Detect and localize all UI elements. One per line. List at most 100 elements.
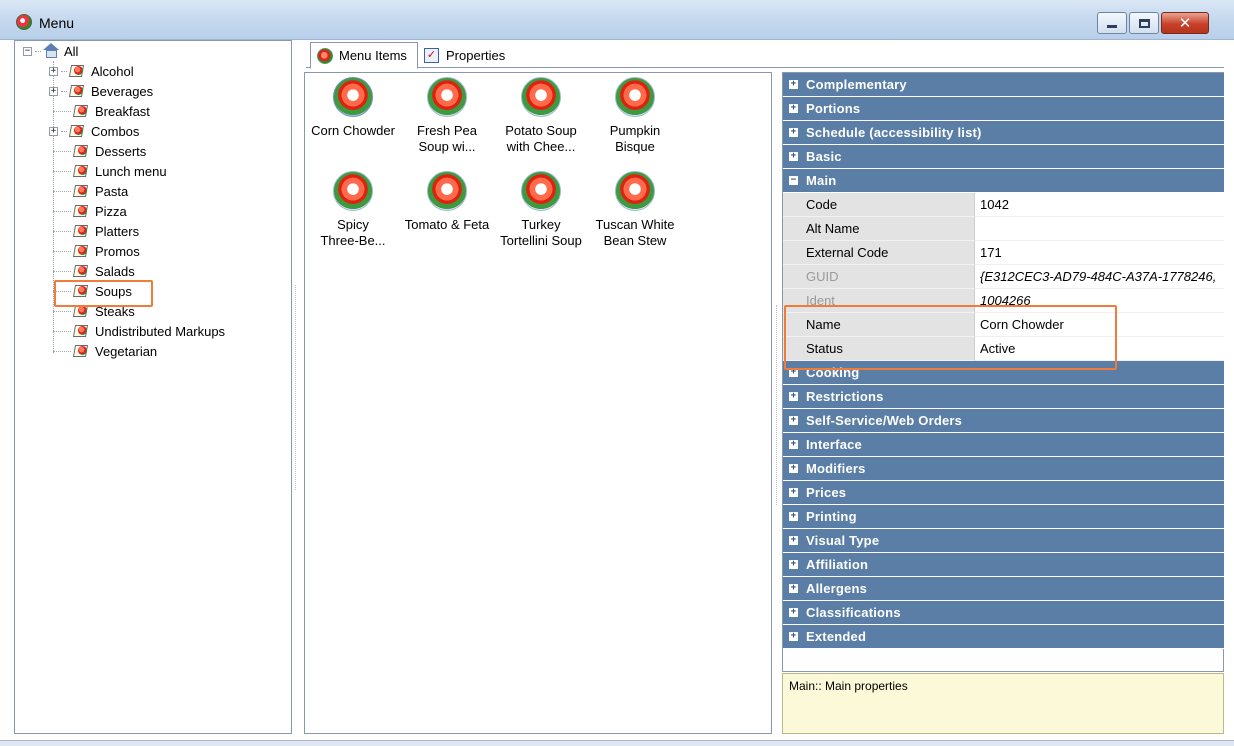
menu-item-label-line1: Tuscan White <box>595 217 675 232</box>
menu-items-grid: Corn Chowder Fresh Pea Soup wi... Potato So… <box>304 72 772 734</box>
property-category[interactable]: + Basic <box>783 145 1224 169</box>
category-expander-icon[interactable]: + <box>789 584 798 593</box>
tree-item-salads[interactable]: Salads <box>49 261 135 281</box>
menu-item-tile[interactable]: Tomato & Feta <box>401 171 493 233</box>
expand-icon[interactable]: + <box>49 86 58 96</box>
expand-icon[interactable]: + <box>49 66 58 76</box>
menu-item-tile[interactable]: Fresh Pea Soup wi... <box>401 77 493 155</box>
tree-item-breakfast[interactable]: Breakfast <box>49 101 150 121</box>
category-expander-icon[interactable]: + <box>789 104 798 113</box>
tab-properties[interactable]: ✓ Properties <box>418 43 518 68</box>
property-category[interactable]: + Allergens <box>783 577 1224 601</box>
category-expander-icon[interactable]: + <box>789 632 798 641</box>
category-label: Complementary <box>806 77 907 92</box>
property-category[interactable]: + Portions <box>783 97 1224 121</box>
property-category[interactable]: + Restrictions <box>783 385 1224 409</box>
category-expander-icon[interactable]: + <box>789 80 798 89</box>
category-label: Portions <box>806 101 861 116</box>
menu-item-tile[interactable]: Spicy Three-Be... <box>307 171 399 249</box>
property-category[interactable]: − Main <box>783 169 1224 193</box>
tree-item-promos[interactable]: Promos <box>49 241 140 261</box>
tree-item-label: Salads <box>95 263 135 279</box>
property-category[interactable]: + Self-Service/Web Orders <box>783 409 1224 433</box>
category-expander-icon[interactable]: + <box>789 152 798 161</box>
tree-connector <box>61 90 67 92</box>
menu-item-label-line2: Tortellini Soup <box>500 233 582 248</box>
minimize-button[interactable] <box>1097 12 1127 34</box>
tree-item-beverages[interactable]: + Beverages <box>49 81 153 101</box>
tree-item-vegetarian[interactable]: Vegetarian <box>49 341 157 361</box>
category-label: Classifications <box>806 605 901 620</box>
menu-item-icon <box>521 171 561 211</box>
menu-item-tile[interactable]: Turkey Tortellini Soup <box>495 171 587 249</box>
tree-item-pizza[interactable]: Pizza <box>49 201 127 221</box>
maximize-button[interactable] <box>1129 12 1159 34</box>
property-value-field[interactable]: 1042 <box>974 193 1224 217</box>
category-expander-icon[interactable]: + <box>789 560 798 569</box>
property-category[interactable]: + Modifiers <box>783 457 1224 481</box>
tree-connector <box>53 270 71 272</box>
close-button[interactable]: ✕ <box>1161 12 1209 34</box>
window-bottom-border <box>0 740 1234 746</box>
category-label: Allergens <box>806 581 868 596</box>
property-value-field[interactable]: 171 <box>974 241 1224 265</box>
property-category[interactable]: + Prices <box>783 481 1224 505</box>
property-category[interactable]: + Extended <box>783 625 1224 649</box>
category-expander-icon[interactable]: + <box>789 392 798 401</box>
property-value-field[interactable] <box>974 217 1224 241</box>
tab-properties-label: Properties <box>446 48 506 63</box>
menu-item-label-line2: Soup wi... <box>418 139 476 154</box>
tree-item-platters[interactable]: Platters <box>49 221 139 241</box>
tree-item-combos[interactable]: + Combos <box>49 121 139 141</box>
tree-item-label: Pizza <box>95 203 127 219</box>
category-expander-icon[interactable]: + <box>789 464 798 473</box>
tree-item-desserts[interactable]: Desserts <box>49 141 146 161</box>
category-icon <box>72 323 90 339</box>
category-label: Prices <box>806 485 847 500</box>
expand-icon[interactable]: + <box>49 126 58 136</box>
category-expander-icon[interactable]: + <box>789 512 798 521</box>
property-category[interactable]: + Schedule (accessibility list) <box>783 121 1224 145</box>
menu-item-tile[interactable]: Potato Soup with Chee... <box>495 77 587 155</box>
tree-item-label: Desserts <box>95 143 147 159</box>
maximize-icon <box>1138 18 1150 28</box>
menu-item-tile[interactable]: Tuscan White Bean Stew <box>589 171 681 249</box>
left-splitter[interactable] <box>295 285 296 490</box>
tree-item-label: Combos <box>91 123 140 139</box>
category-label: Schedule (accessibility list) <box>806 125 982 140</box>
property-category[interactable]: + Visual Type <box>783 529 1224 553</box>
property-category[interactable]: + Affiliation <box>783 553 1224 577</box>
property-category[interactable]: + Interface <box>783 433 1224 457</box>
tree-item-pasta[interactable]: Pasta <box>49 181 128 201</box>
tree-connector <box>61 70 67 72</box>
category-expander-icon[interactable]: + <box>789 608 798 617</box>
category-icon <box>72 143 90 159</box>
category-expander-icon[interactable]: + <box>789 488 798 497</box>
category-expander-icon[interactable]: − <box>789 176 798 185</box>
menu-item-tile[interactable]: Corn Chowder <box>307 77 399 139</box>
category-expander-icon[interactable]: + <box>789 416 798 425</box>
category-icon <box>68 63 86 79</box>
property-category[interactable]: + Complementary <box>783 73 1224 97</box>
menu-item-icon <box>615 171 655 211</box>
tree-item-alcohol[interactable]: + Alcohol <box>49 61 134 81</box>
tree-item-undistributed-markups[interactable]: Undistributed Markups <box>49 321 225 341</box>
tree-item-lunch-menu[interactable]: Lunch menu <box>49 161 167 181</box>
tree-item-label: Beverages <box>91 83 154 99</box>
category-expander-icon[interactable]: + <box>789 128 798 137</box>
tree-connector <box>61 130 67 132</box>
tree-item-label: Alcohol <box>91 63 134 79</box>
property-category[interactable]: + Printing <box>783 505 1224 529</box>
menu-item-tile[interactable]: Pumpkin Bisque <box>589 77 681 155</box>
category-icon <box>68 83 86 99</box>
middle-splitter[interactable] <box>776 305 777 505</box>
category-expander-icon[interactable]: + <box>789 440 798 449</box>
property-category[interactable]: + Classifications <box>783 601 1224 625</box>
tab-menu-items-label: Menu Items <box>339 48 407 63</box>
category-expander-icon[interactable]: + <box>789 536 798 545</box>
tree-root[interactable]: − All <box>23 41 78 61</box>
collapse-icon[interactable]: − <box>23 46 32 56</box>
tab-menu-items[interactable]: Menu Items <box>310 42 418 69</box>
menu-item-label-line2: with Chee... <box>506 139 576 154</box>
menu-item-icon <box>427 171 467 211</box>
